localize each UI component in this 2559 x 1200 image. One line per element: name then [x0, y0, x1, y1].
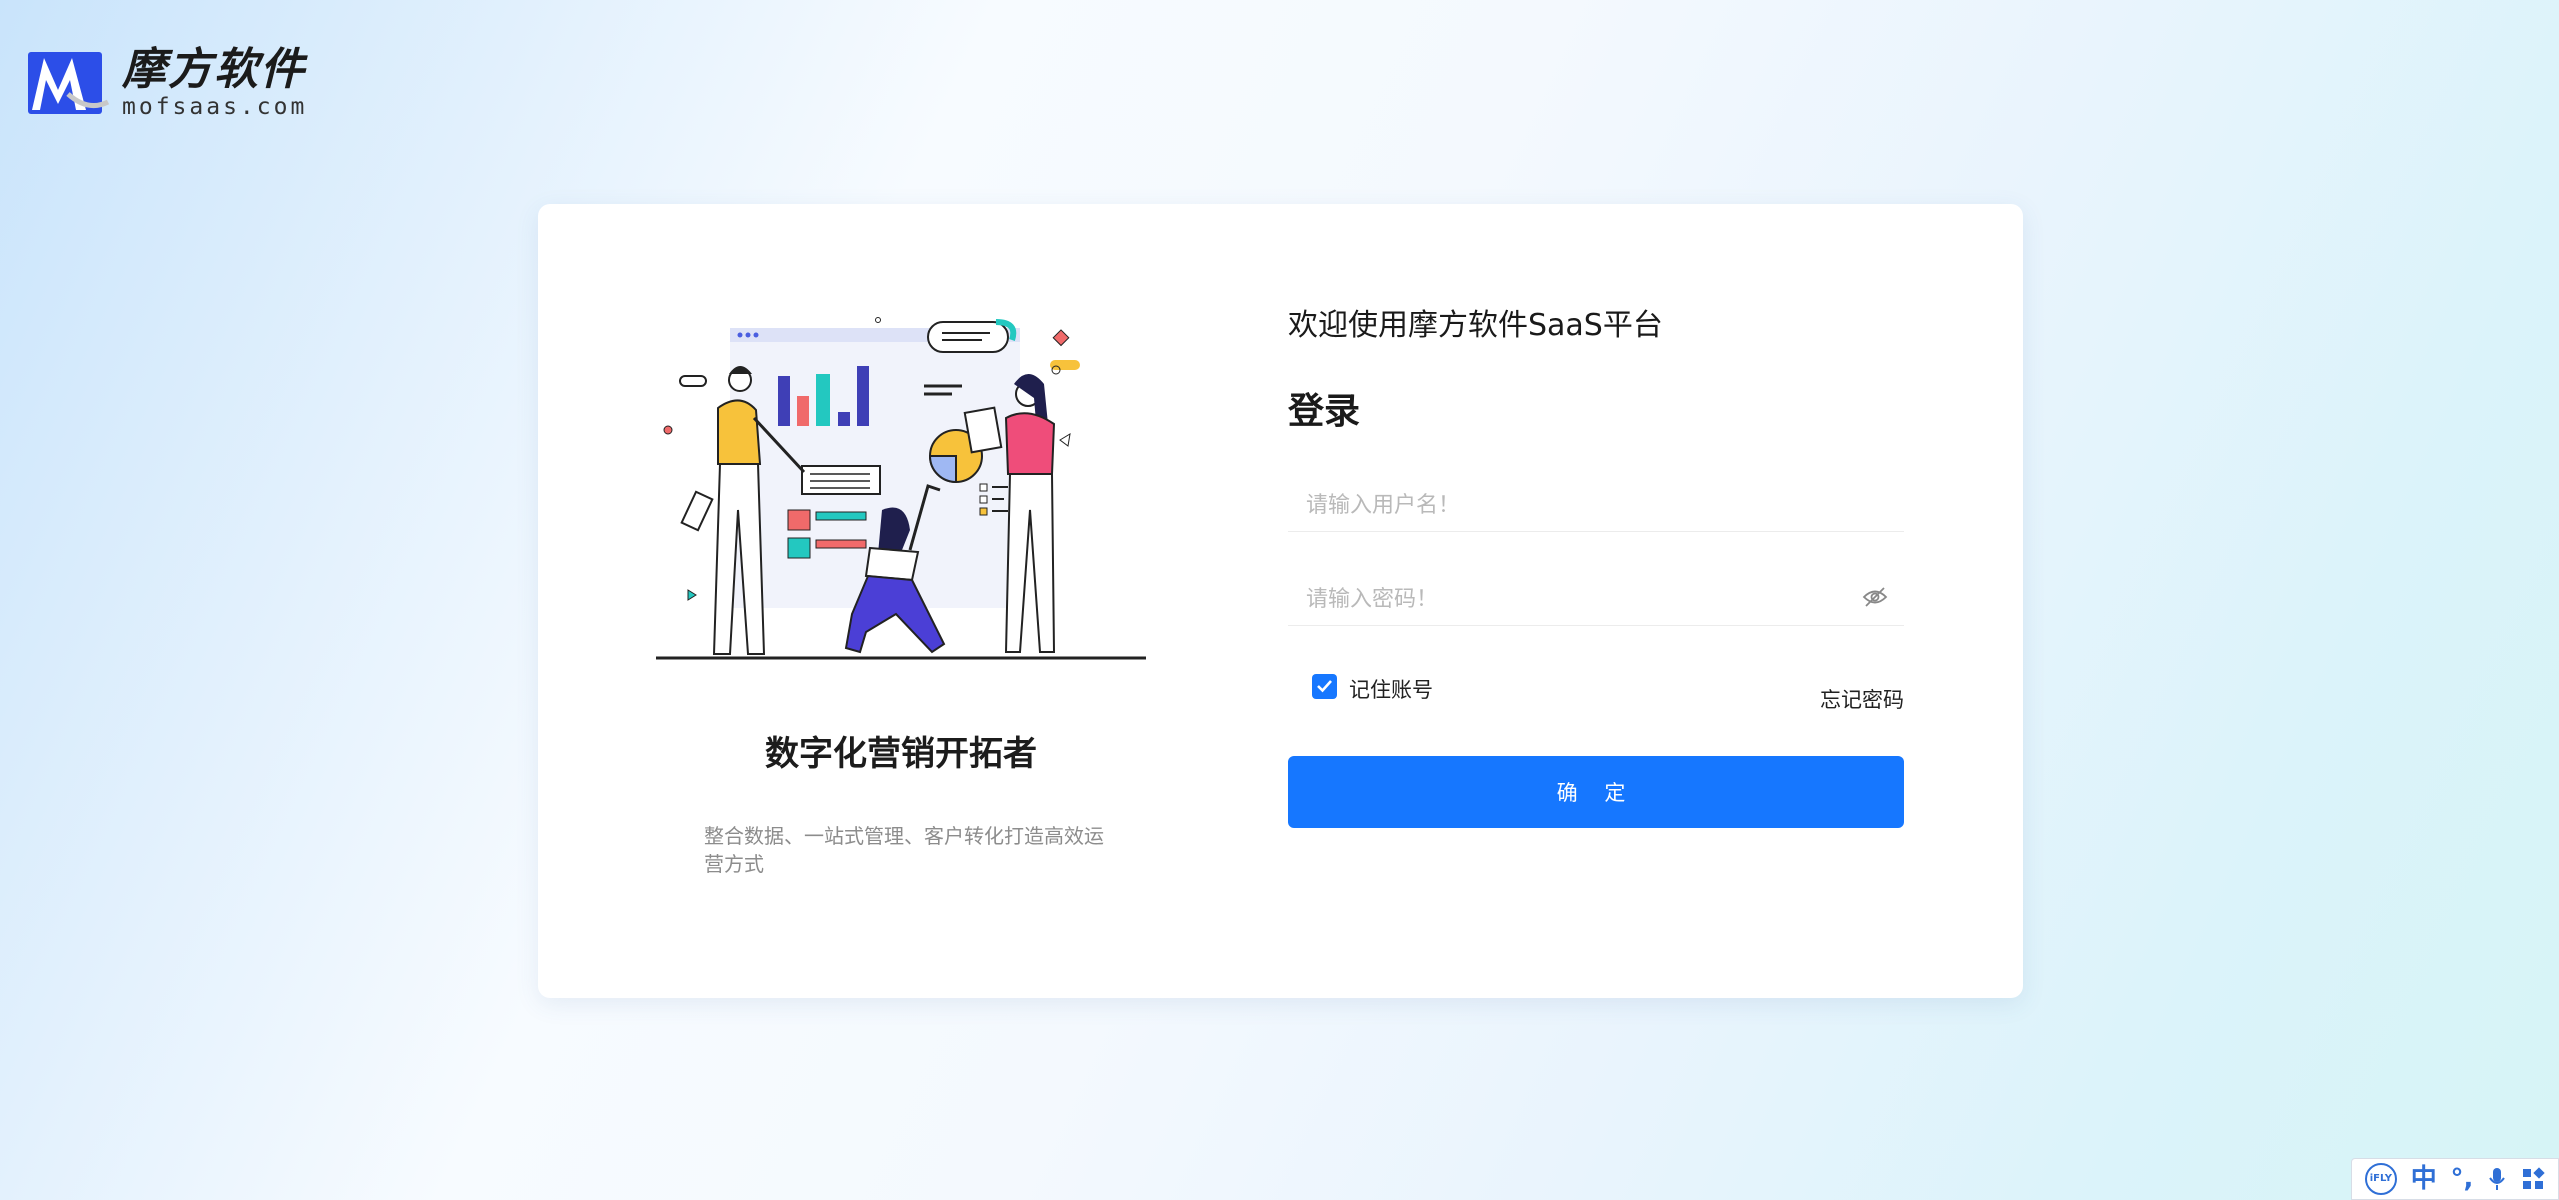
- brand-logo: 摩方软件 mofsaas.com: [28, 48, 307, 119]
- username-placeholder: 请输入用户名！: [1306, 492, 1461, 518]
- ime-language-toggle[interactable]: 中: [2411, 1166, 2437, 1192]
- brand-name: 摩方软件: [122, 44, 306, 95]
- login-form: 欢迎使用摩方软件SaaS平台 登录 请输入用户名！ 请输入密码！ 记住账号 忘记…: [1288, 306, 1904, 828]
- slogan: 数字化营销开拓者: [765, 734, 1037, 774]
- team-analytics-illustration: [656, 317, 1146, 660]
- remember-label[interactable]: 记住账号: [1349, 674, 1433, 704]
- grid-apps-icon[interactable]: [2521, 1167, 2545, 1191]
- login-options: 记住账号 忘记密码: [1288, 670, 1904, 712]
- microphone-icon[interactable]: [2487, 1166, 2507, 1192]
- login-title: 登录: [1288, 391, 1361, 432]
- checkmark-icon: [1317, 680, 1332, 693]
- password-field[interactable]: 请输入密码！: [1288, 568, 1904, 626]
- ime-punctuation-toggle[interactable]: °,: [2451, 1166, 2474, 1192]
- login-card: 数字化营销开拓者 整合数据、一站式管理、客户转化打造高效运营方式 欢迎使用摩方软…: [538, 204, 2023, 998]
- forgot-password-link[interactable]: 忘记密码: [1820, 684, 1904, 714]
- ime-toolbar: iFLY 中 °,: [2351, 1158, 2559, 1200]
- username-field[interactable]: 请输入用户名！: [1288, 474, 1904, 532]
- password-placeholder: 请输入密码！: [1306, 586, 1439, 612]
- welcome-text: 欢迎使用摩方软件SaaS平台: [1288, 308, 1663, 343]
- submit-button[interactable]: 确 定: [1288, 756, 1904, 828]
- eye-hidden-icon[interactable]: [1862, 586, 1888, 608]
- remember-checkbox[interactable]: [1312, 674, 1337, 699]
- slogan-description: 整合数据、一站式管理、客户转化打造高效运营方式: [704, 824, 1104, 876]
- logo-m-icon: [28, 51, 110, 114]
- ifly-badge-icon[interactable]: iFLY: [2364, 1163, 2397, 1195]
- brand-domain: mofsaas.com: [122, 94, 308, 120]
